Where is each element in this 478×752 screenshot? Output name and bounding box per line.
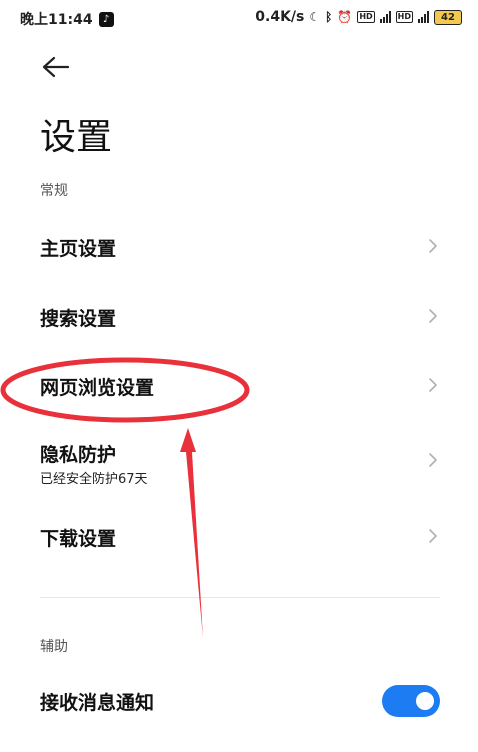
chevron-right-icon (429, 529, 437, 543)
settings-row-browsing[interactable]: 网页浏览设置 (0, 357, 478, 415)
chevron-right-icon (429, 378, 437, 392)
status-bar: 晚上11:44 ♪ 0.4K/s ☾ ᛒ ⏰ HD HD 42 (0, 0, 478, 34)
bluetooth-icon: ᛒ (325, 10, 333, 24)
page-title: 设置 (40, 117, 113, 158)
network-speed: 0.4K/s (255, 9, 305, 25)
chevron-right-icon (429, 239, 437, 253)
chevron-right-icon (429, 453, 437, 467)
row-label: 主页设置 (40, 238, 117, 260)
arrow-left-icon (42, 56, 70, 78)
row-label: 网页浏览设置 (40, 377, 155, 399)
hd-badge: HD (357, 11, 375, 23)
section-header-general: 常规 (40, 183, 68, 199)
row-label: 接收消息通知 (40, 692, 155, 714)
signal-icon-2 (418, 11, 429, 23)
back-button[interactable] (40, 54, 72, 80)
row-label: 搜索设置 (40, 308, 117, 330)
moon-icon: ☾ (309, 10, 321, 24)
tiktok-icon: ♪ (98, 11, 114, 27)
chevron-right-icon (429, 309, 437, 323)
hd-badge-2: HD (395, 11, 413, 23)
section-header-assist: 辅助 (40, 639, 68, 655)
settings-row-search[interactable]: 搜索设置 (0, 288, 478, 346)
settings-row-home[interactable]: 主页设置 (0, 218, 478, 276)
alarm-icon: ⏰ (337, 10, 353, 24)
status-time: 晚上11:44 (20, 12, 93, 28)
settings-row-download[interactable]: 下载设置 (0, 508, 478, 566)
settings-row-privacy[interactable]: 隐私防护 已经安全防护67天 (0, 432, 478, 496)
notification-toggle[interactable] (382, 685, 440, 717)
row-label: 隐私防护 (40, 444, 117, 466)
signal-icon (379, 11, 391, 23)
row-label: 下载设置 (40, 528, 117, 550)
battery-icon: 42 (434, 9, 462, 25)
toggle-knob (416, 692, 434, 710)
divider (40, 597, 440, 598)
row-sublabel: 已经安全防护67天 (40, 472, 148, 487)
